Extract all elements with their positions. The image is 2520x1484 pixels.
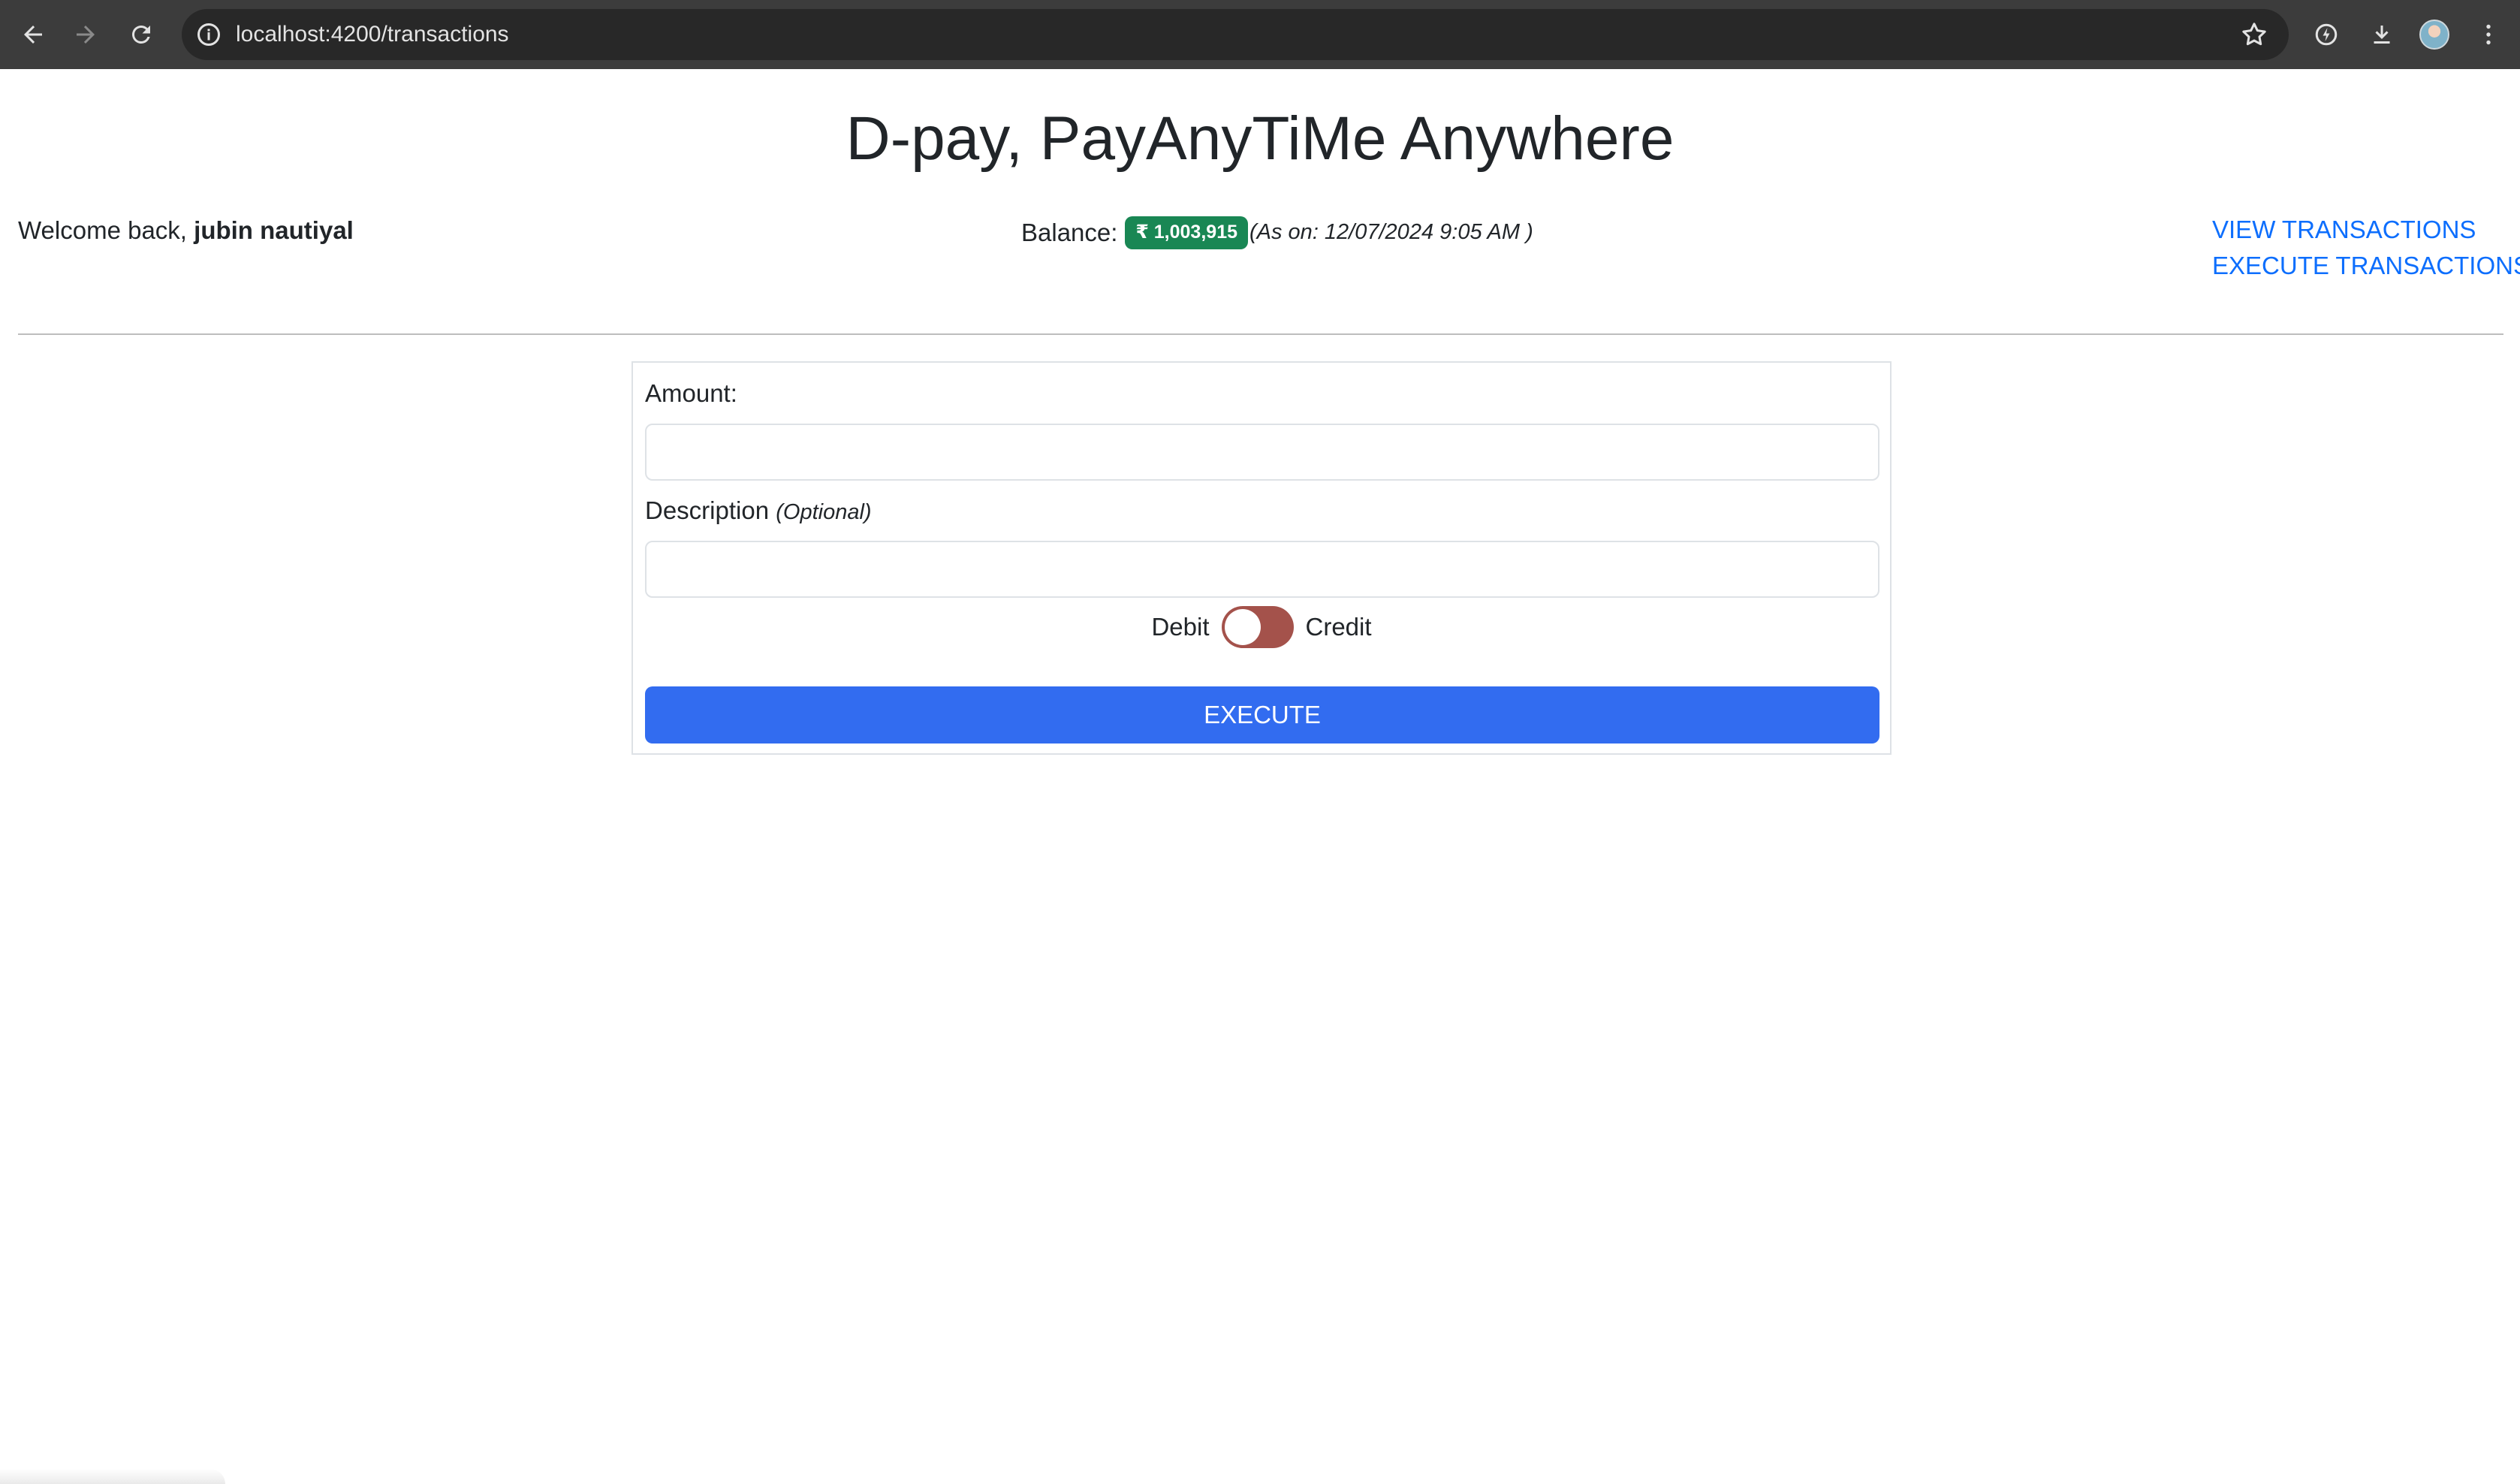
extension-icon[interactable] <box>2308 17 2344 53</box>
description-input[interactable] <box>645 541 1879 598</box>
more-menu-icon[interactable] <box>2470 17 2506 53</box>
description-label: Description (Optional) <box>645 496 872 525</box>
balance-timestamp: (As on: 12/07/2024 9:05 AM ) <box>1249 220 1533 245</box>
reload-icon[interactable] <box>120 14 162 56</box>
nav-links: VIEW TRANSACTIONS EXECUTE TRANSACTIONS <box>2212 216 2520 279</box>
browser-toolbar: localhost:4200/transactions <box>0 0 2520 69</box>
status-bar-shadow <box>0 1469 225 1484</box>
description-optional-hint: (Optional) <box>776 500 872 524</box>
welcome-message: Welcome back, jubin nautiyal <box>18 216 354 245</box>
description-label-text: Description <box>645 496 770 524</box>
header-divider <box>18 333 2503 335</box>
view-transactions-link[interactable]: VIEW TRANSACTIONS <box>2212 216 2520 243</box>
debit-credit-toggle[interactable] <box>1221 606 1294 648</box>
profile-avatar[interactable] <box>2419 20 2449 50</box>
download-icon[interactable] <box>2364 17 2400 53</box>
page-title: D-pay, PayAnyTiMe Anywhere <box>846 104 1674 173</box>
amount-label: Amount: <box>645 379 737 407</box>
debit-credit-toggle-row: Debit Credit <box>633 606 1890 648</box>
debit-label: Debit <box>1151 613 1210 641</box>
url-text[interactable]: localhost:4200/transactions <box>236 9 509 60</box>
credit-label: Credit <box>1305 613 1372 641</box>
address-bar[interactable]: localhost:4200/transactions <box>182 9 2289 60</box>
welcome-prefix: Welcome back, <box>18 216 194 244</box>
forward-arrow-icon[interactable] <box>65 14 107 56</box>
balance-display: Balance: ₹ 1,003,915 (As on: 12/07/2024 … <box>1021 216 1533 249</box>
back-arrow-icon[interactable] <box>12 14 54 56</box>
execute-button[interactable]: EXECUTE <box>645 686 1879 744</box>
user-name: jubin nautiyal <box>194 216 354 244</box>
balance-label: Balance: <box>1021 218 1118 246</box>
site-info-icon[interactable] <box>195 21 222 48</box>
amount-input[interactable] <box>645 424 1879 481</box>
bookmark-star-icon[interactable] <box>2239 20 2269 50</box>
execute-transactions-link[interactable]: EXECUTE TRANSACTIONS <box>2212 252 2520 279</box>
toggle-knob <box>1224 609 1261 645</box>
transaction-form: Amount: Description (Optional) Debit Cre… <box>632 361 1892 755</box>
balance-badge: ₹ 1,003,915 <box>1125 216 1248 249</box>
